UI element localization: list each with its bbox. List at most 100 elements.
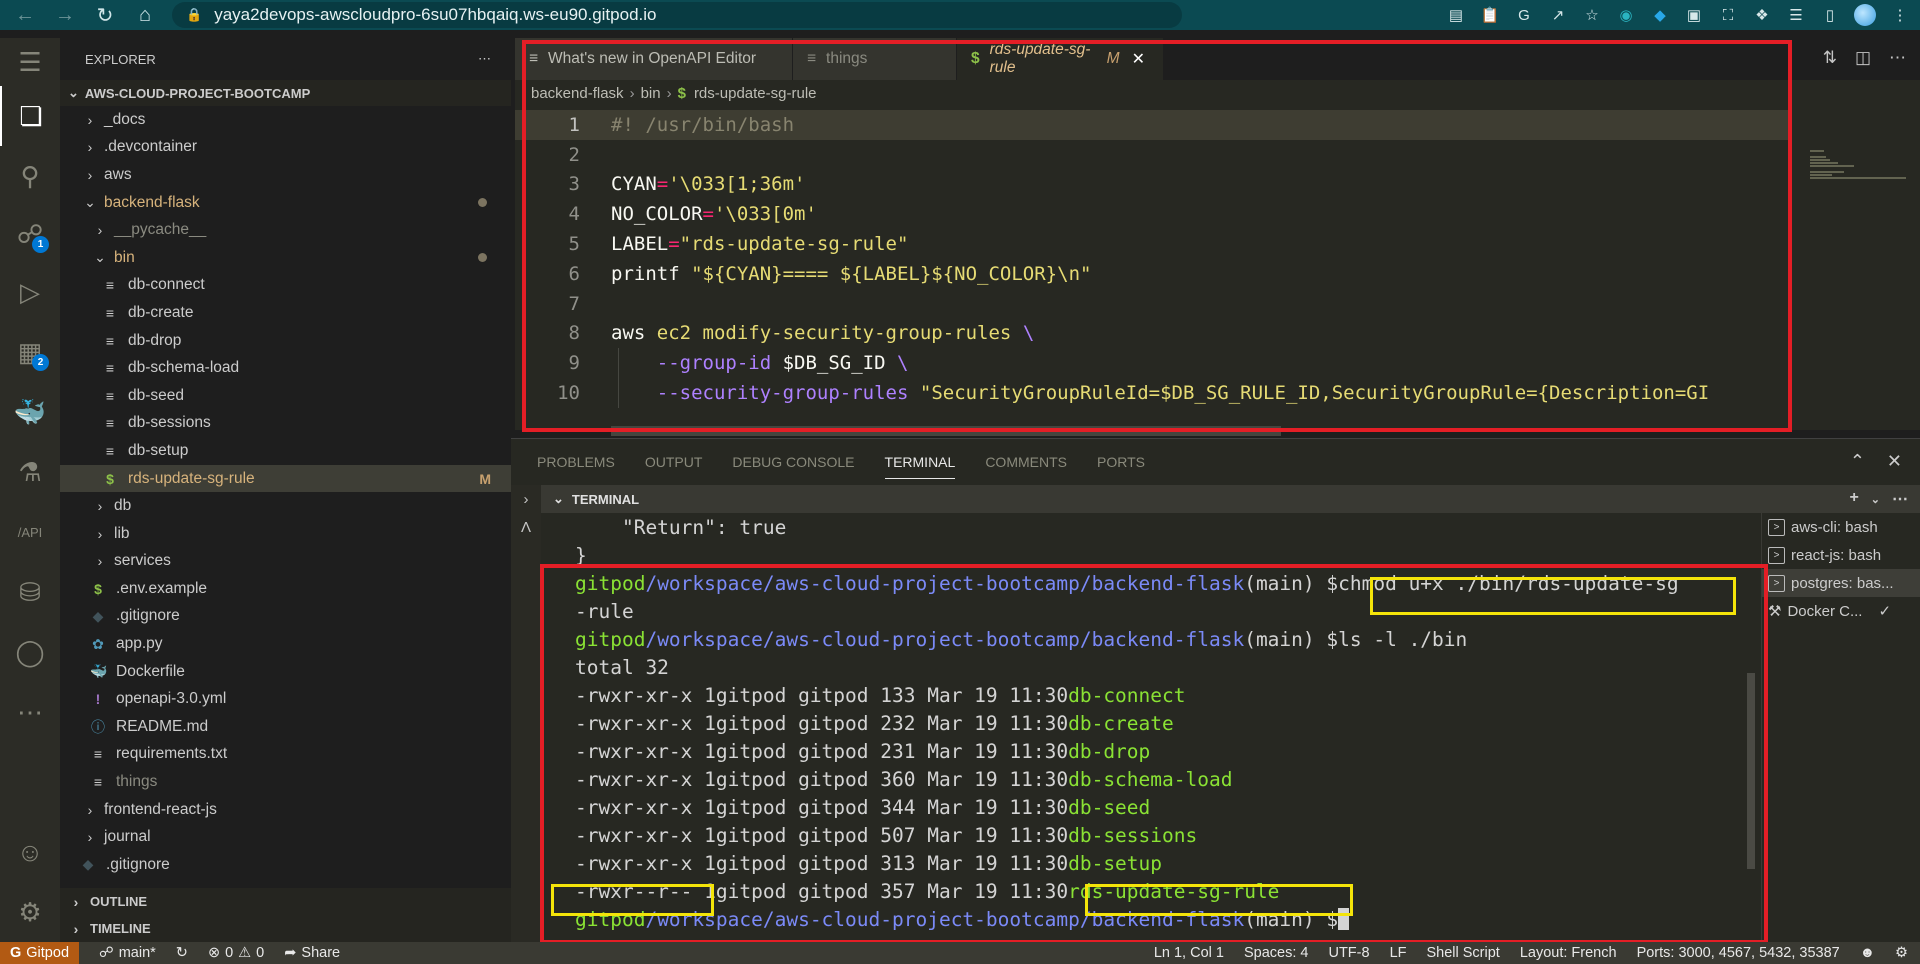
terminal-list-item[interactable]: > react-js: bash [1762, 541, 1920, 569]
terminal-list-item[interactable]: ⚒ Docker C... ✓ [1762, 597, 1920, 625]
breadcrumb-item[interactable]: bin [641, 85, 661, 102]
tree-item-lib[interactable]: › lib [60, 520, 511, 548]
profile-avatar[interactable] [1854, 4, 1876, 26]
minimap[interactable] [1800, 110, 1920, 410]
ellipsis-icon[interactable]: ⋯ [0, 688, 60, 736]
flask-icon[interactable]: ⚗ [0, 448, 60, 496]
files-icon[interactable]: ❏ [0, 86, 60, 146]
tree-item-frontend-react-js[interactable]: › frontend-react-js [60, 796, 511, 824]
code-editor[interactable]: 1 #! /usr/bin/bash 2 3 CYAN='\033[1;36m' 4… [515, 110, 1790, 410]
remote-indicator[interactable]: G Gitpod [0, 942, 80, 964]
tree-item-db-drop[interactable]: ≡ db-drop [60, 327, 511, 355]
tab-search-icon[interactable]: ▤ [1446, 5, 1466, 25]
horizontal-scrollbar[interactable] [611, 426, 1281, 436]
tab-problems[interactable]: PROBLEMS [537, 439, 615, 485]
media-queue-icon[interactable]: ☰ [1786, 5, 1806, 25]
account-icon[interactable]: ☺ [0, 828, 60, 876]
translate-icon[interactable]: G [1514, 5, 1534, 25]
editor-more-icon[interactable]: ⋯ [1889, 48, 1906, 68]
tree-item-db-schema-load[interactable]: ≡ db-schema-load [60, 354, 511, 382]
close-panel-icon[interactable]: ✕ [1887, 451, 1902, 472]
tree-item-requirements[interactable]: ≡ requirements.txt [60, 741, 511, 769]
tree-item-journal[interactable]: › journal [60, 823, 511, 851]
github-icon[interactable]: ◯ [0, 628, 60, 676]
home-button[interactable]: ⌂ [130, 0, 160, 30]
terminal-scrollbar[interactable] [1747, 673, 1755, 869]
forward-button[interactable]: → [50, 0, 80, 30]
chevron-right-icon[interactable]: › [511, 485, 541, 513]
terminal-output[interactable]: "Return": true } gitpod /workspace/aws-c… [541, 513, 1756, 943]
tab-things[interactable]: ≡ things [793, 38, 957, 80]
tree-item-pycache[interactable]: › __pycache__ [60, 216, 511, 244]
menu-icon[interactable]: ☰ [0, 38, 60, 86]
feedback-icon[interactable]: ☻ [1860, 945, 1875, 961]
extension-record-icon[interactable]: ◉ [1616, 5, 1636, 25]
address-bar[interactable]: 🔒 yaya2devops-awscloudpro-6su07hbqaiq.ws… [172, 2, 1182, 28]
tab-openapi-whats-new[interactable]: ≡ What's new in OpenAPI Editor [515, 38, 793, 80]
share-button[interactable]: ➦ Share [284, 945, 340, 961]
tree-item-root-gitignore[interactable]: ◆ .gitignore [60, 851, 511, 879]
problems-indicator[interactable]: ⊗ 0 ⚠ 0 [208, 945, 264, 961]
tree-item-gitignore[interactable]: ◆ .gitignore [60, 603, 511, 631]
extension-office-icon[interactable]: ▣ [1684, 5, 1704, 25]
tab-rds-update-sg-rule[interactable]: $ rds-update-sg-rule M ✕ [957, 38, 1164, 80]
api-icon[interactable]: /API [0, 508, 60, 556]
tree-item-rds-update-sg-rule[interactable]: $ rds-update-sg-rule M [60, 464, 511, 493]
database-icon[interactable]: ⛁ [0, 568, 60, 616]
branch-indicator[interactable]: ☍ main* [99, 945, 156, 961]
tree-item-docs[interactable]: › _docs [60, 106, 511, 134]
tree-item-db-create[interactable]: ≡ db-create [60, 299, 511, 327]
outline-header[interactable]: › OUTLINE [60, 888, 511, 915]
tree-item-openapi[interactable]: ! openapi-3.0.yml [60, 685, 511, 713]
extensions-icon[interactable]: ▦ 2 [0, 328, 60, 376]
language-mode[interactable]: Shell Script [1426, 945, 1499, 961]
breadcrumb-item[interactable]: rds-update-sg-rule [694, 85, 817, 102]
maximize-panel-icon[interactable]: ⌃ [1850, 451, 1865, 472]
encoding[interactable]: UTF-8 [1328, 945, 1369, 961]
sync-button[interactable]: ↻ [176, 945, 188, 961]
tree-item-devcontainer[interactable]: › .devcontainer [60, 134, 511, 162]
breadcrumb-item[interactable]: backend-flask [531, 85, 624, 102]
tree-item-readme[interactable]: ⓘ README.md [60, 713, 511, 741]
timeline-header[interactable]: › TIMELINE [60, 915, 511, 942]
end-of-line[interactable]: LF [1390, 945, 1407, 961]
tree-item-db-connect[interactable]: ≡ db-connect [60, 272, 511, 300]
tree-item-bin[interactable]: ⌄ bin [60, 244, 511, 272]
azure-icon[interactable]: Λ [511, 513, 541, 541]
new-terminal-icon[interactable]: + [1849, 489, 1858, 509]
tab-comments[interactable]: COMMENTS [985, 439, 1067, 485]
tree-item-services[interactable]: › services [60, 548, 511, 576]
run-debug-icon[interactable]: ▷ [0, 268, 60, 316]
tree-item-db[interactable]: › db [60, 492, 511, 520]
workspace-root[interactable]: ⌄ AWS-CLOUD-PROJECT-BOOTCAMP [60, 80, 511, 106]
split-editor-icon[interactable]: ◫ [1855, 48, 1871, 68]
tree-item-db-seed[interactable]: ≡ db-seed [60, 382, 511, 410]
extension-diamond-icon[interactable]: ◆ [1650, 5, 1670, 25]
close-icon[interactable]: ✕ [1132, 49, 1145, 69]
tree-item-things[interactable]: ≡ things [60, 768, 511, 796]
back-button[interactable]: ← [10, 0, 40, 30]
cursor-position[interactable]: Ln 1, Col 1 [1154, 945, 1224, 961]
tree-item-env-example[interactable]: $ .env.example [60, 575, 511, 603]
tab-debug-console[interactable]: DEBUG CONSOLE [732, 439, 854, 485]
terminal-list-item[interactable]: > aws-cli: bash [1762, 513, 1920, 541]
terminal-more-icon[interactable]: ⋯ [1892, 489, 1908, 509]
terminal-dropdown-icon[interactable]: ⌄ [1871, 493, 1880, 509]
tree-item-dockerfile[interactable]: 🐳 Dockerfile [60, 658, 511, 686]
tree-item-aws[interactable]: › aws [60, 161, 511, 189]
search-icon[interactable]: ⚲ [0, 152, 60, 200]
source-control-icon[interactable]: ☍ 1 [0, 210, 60, 258]
docker-icon[interactable]: 🐳 [0, 388, 60, 436]
terminal-list-item[interactable]: > postgres: bas... [1762, 569, 1920, 597]
tree-item-db-sessions[interactable]: ≡ db-sessions [60, 410, 511, 438]
browser-menu-icon[interactable]: ⋮ [1890, 5, 1910, 25]
puzzle-icon[interactable]: ❖ [1752, 5, 1772, 25]
compare-changes-icon[interactable]: ⇅ [1823, 48, 1837, 68]
gear-icon[interactable]: ⚙ [0, 888, 60, 936]
tree-item-backend-flask[interactable]: ⌄ backend-flask [60, 189, 511, 217]
tab-output[interactable]: OUTPUT [645, 439, 703, 485]
terminal-section-header[interactable]: ⌄ TERMINAL + ⌄ ⋯ [541, 485, 1920, 513]
tree-item-app-py[interactable]: ✿ app.py [60, 630, 511, 658]
ports-indicator[interactable]: Ports: 3000, 4567, 5432, 35387 [1637, 945, 1840, 961]
explorer-more-icon[interactable]: ⋯ [478, 51, 491, 67]
